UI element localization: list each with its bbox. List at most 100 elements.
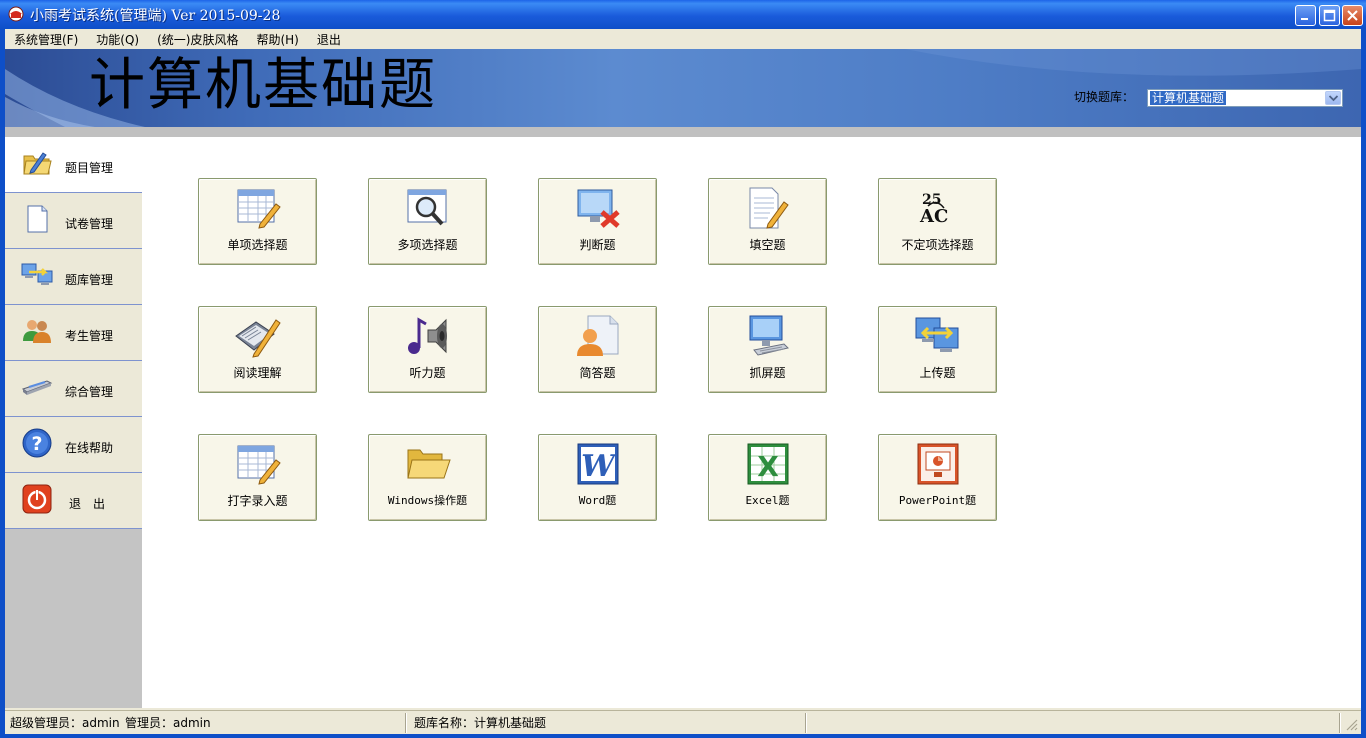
- tile-label: 抓屏题: [749, 366, 786, 380]
- tile-fill-blank[interactable]: 填空题: [708, 178, 827, 265]
- upload-computers-icon: [915, 317, 959, 352]
- tile-reading[interactable]: 阅读理解: [198, 306, 317, 393]
- window-frame-right: [1361, 29, 1366, 738]
- question-bank-select[interactable]: 计算机基础题: [1147, 89, 1343, 107]
- menubar: 系统管理(F) 功能(Q) (统一)皮肤风格 帮助(H) 退出: [5, 29, 1361, 49]
- resize-grip-icon[interactable]: [1346, 719, 1358, 731]
- maximize-icon: [1323, 9, 1336, 22]
- users-icon: [23, 320, 51, 343]
- sidebar-item-label: 题目管理: [65, 161, 114, 175]
- sidebar-item-label: 题库管理: [65, 273, 114, 287]
- status-admin: 管理员：admin: [125, 716, 211, 730]
- tile-label: 判断题: [579, 238, 616, 252]
- question-bank-select-value: 计算机基础题: [1150, 91, 1227, 105]
- tile-label: 不定项选择题: [901, 238, 974, 252]
- sidebar-item-bank-management[interactable]: 题库管理: [5, 249, 142, 305]
- dropdown-button[interactable]: [1325, 91, 1341, 105]
- tile-label: Word题: [578, 494, 617, 507]
- maximize-button[interactable]: [1319, 5, 1340, 26]
- sidebar: 题目管理 试卷管理 题库管理 考生管理 综合管理 ? 在线帮助 退 出: [5, 137, 142, 708]
- tile-label: 听力题: [409, 366, 446, 380]
- banner-divider: [5, 127, 1361, 137]
- status-separator: [405, 713, 407, 733]
- tile-windows-operation[interactable]: Windows操作题: [368, 434, 487, 521]
- chevron-down-icon: [1329, 95, 1338, 102]
- switch-bank-label: 切换题库：: [1074, 90, 1135, 104]
- question-bank-title: 计算机基础题: [89, 53, 437, 118]
- header-banner: 计算机基础题 切换题库： 计算机基础题: [5, 49, 1361, 127]
- tile-label: Excel题: [745, 494, 790, 507]
- word-icon: W: [577, 443, 619, 485]
- menu-skin[interactable]: (统一)皮肤风格: [148, 31, 247, 48]
- statusbar: 超级管理员：admin 管理员：admin 题库名称：计算机基础题: [5, 710, 1361, 734]
- sidebar-item-general-management[interactable]: 综合管理: [5, 361, 142, 417]
- menu-exit[interactable]: 退出: [308, 31, 350, 48]
- window-frame-bottom: [0, 734, 1366, 738]
- status-separator: [805, 713, 807, 733]
- page-pencil-icon: [749, 187, 789, 229]
- tile-typing[interactable]: 打字录入题: [198, 434, 317, 521]
- tile-single-choice[interactable]: 单项选择题: [198, 178, 317, 265]
- tile-label: 简答题: [579, 366, 616, 380]
- tile-short-answer[interactable]: 简答题: [538, 306, 657, 393]
- person-page-icon: [577, 315, 619, 356]
- tile-word[interactable]: W Word题: [538, 434, 657, 521]
- excel-icon: X: [747, 443, 789, 485]
- sidebar-item-label: 考生管理: [65, 329, 114, 343]
- tile-upload[interactable]: 上传题: [878, 306, 997, 393]
- menu-help[interactable]: 帮助(H): [247, 31, 307, 48]
- document-icon: [27, 205, 48, 233]
- computer-transfer-icon: [21, 263, 53, 285]
- minimize-button[interactable]: [1295, 5, 1316, 26]
- status-bank-name: 题库名称：计算机基础题: [414, 716, 547, 730]
- sidebar-item-label: 在线帮助: [65, 441, 114, 455]
- tile-label: 阅读理解: [233, 366, 282, 380]
- sidebar-item-exit[interactable]: 退 出: [5, 473, 142, 529]
- tile-label: Windows操作题: [387, 494, 468, 507]
- sidebar-item-paper-management[interactable]: 试卷管理: [5, 193, 142, 249]
- sidebar-item-question-management[interactable]: 题目管理: [5, 137, 142, 193]
- app-logo-icon: [8, 6, 24, 22]
- folder-pencil-icon: [23, 152, 52, 175]
- sidebar-item-examinee-management[interactable]: 考生管理: [5, 305, 142, 361]
- svg-text:W: W: [581, 449, 618, 484]
- tile-label: 单项选择题: [227, 238, 288, 252]
- svg-text:?: ?: [31, 433, 42, 455]
- tile-indefinite-choice[interactable]: 25 AC 不定项选择题: [878, 178, 997, 265]
- tile-listening[interactable]: 听力题: [368, 306, 487, 393]
- tile-powerpoint[interactable]: PowerPoint题: [878, 434, 997, 521]
- tile-label: 多项选择题: [397, 238, 458, 252]
- monitor-keyboard-icon: [749, 315, 789, 356]
- monitor-x-icon: [577, 189, 620, 228]
- table-pencil-icon: [237, 189, 281, 229]
- tile-screen-capture[interactable]: 抓屏题: [708, 306, 827, 393]
- abc-icon: 25 AC: [919, 192, 948, 227]
- main-content: 单项选择题 多项选择题 判断题 填空题 25 AC 不定项选择题 阅读理解 听力…: [142, 137, 1361, 708]
- tile-label: 打字录入题: [227, 494, 288, 508]
- close-icon: [1347, 10, 1358, 21]
- tile-excel[interactable]: X Excel题: [708, 434, 827, 521]
- scanner-icon: [21, 380, 53, 395]
- tile-true-false[interactable]: 判断题: [538, 178, 657, 265]
- status-super-admin: 超级管理员：admin: [10, 716, 120, 730]
- sidebar-item-label: 试卷管理: [65, 217, 114, 231]
- window-titlebar[interactable]: 小雨考试系统(管理端) Ver 2015-09-28: [0, 0, 1366, 29]
- power-icon: [22, 484, 52, 514]
- sidebar-item-online-help[interactable]: ? 在线帮助: [5, 417, 142, 473]
- close-button[interactable]: [1342, 5, 1363, 26]
- powerpoint-icon: [917, 443, 959, 485]
- tile-multiple-choice[interactable]: 多项选择题: [368, 178, 487, 265]
- book-pencil-icon: [235, 319, 281, 358]
- help-icon: ?: [22, 428, 52, 458]
- tile-label: 填空题: [749, 238, 786, 252]
- window-title: 小雨考试系统(管理端) Ver 2015-09-28: [30, 8, 281, 24]
- minimize-icon: [1301, 18, 1308, 20]
- status-separator: [1339, 713, 1341, 733]
- sidebar-item-label: 退 出: [69, 497, 106, 511]
- menu-function[interactable]: 功能(Q): [87, 31, 148, 48]
- svg-text:AC: AC: [919, 206, 948, 227]
- open-folder-icon: [407, 449, 451, 479]
- magnifier-icon: [407, 189, 447, 226]
- menu-system[interactable]: 系统管理(F): [5, 31, 87, 48]
- tile-label: PowerPoint题: [898, 494, 977, 507]
